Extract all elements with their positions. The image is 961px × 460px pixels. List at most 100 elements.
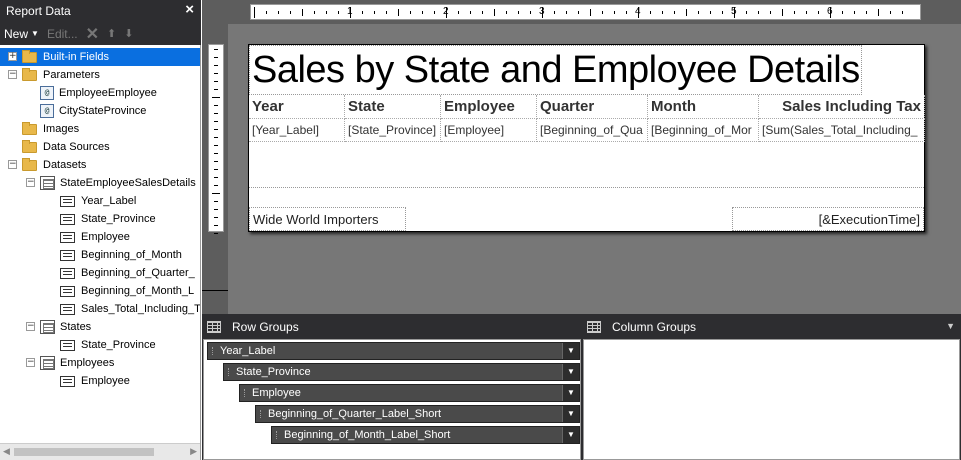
tree-item-field[interactable]: Year_Label	[60, 192, 136, 210]
collapse-icon[interactable]: −	[8, 160, 17, 169]
expand-icon[interactable]: +	[8, 52, 17, 61]
ruler-tick	[214, 129, 218, 130]
ruler-tick	[554, 11, 555, 14]
header-cell-sales[interactable]: Sales Including Tax	[759, 95, 925, 119]
ruler-tick	[518, 11, 519, 14]
field-icon	[60, 375, 75, 387]
tree-item-built-in-fields[interactable]: + Built-in Fields	[0, 48, 200, 66]
row-group-label: Year_Label	[220, 345, 276, 357]
detail-cell-quarter[interactable]: [Beginning_of_Qua	[537, 119, 648, 142]
horizontal-ruler: 1 2 3 4 5 6	[250, 4, 921, 20]
column-groups-header: Column Groups ▼	[582, 314, 961, 339]
scroll-right-icon[interactable]: ▶	[190, 446, 197, 457]
header-cell-quarter[interactable]: Quarter	[537, 95, 648, 119]
collapse-icon[interactable]: −	[26, 358, 35, 367]
report-body[interactable]: Sales by State and Employee Details Year…	[248, 44, 925, 232]
scroll-left-icon[interactable]: ◀	[3, 446, 10, 457]
ruler-tick	[566, 11, 567, 14]
report-design-surface: 1 2 3 4 5 6 Sales by State and Employee Detai…	[202, 0, 961, 314]
new-button[interactable]: New ▼	[0, 22, 43, 45]
tree-item-field[interactable]: Beginning_of_Quarter_	[60, 264, 195, 282]
ruler-tick	[214, 137, 218, 138]
tree-item-field[interactable]: Sales_Total_Including_T	[60, 300, 200, 318]
row-group-item[interactable]: Employee ▼	[239, 384, 580, 402]
header-cell-state[interactable]: State	[345, 95, 441, 119]
tree-item-field[interactable]: State_Province	[60, 336, 156, 354]
vertical-ruler	[208, 44, 224, 234]
ruler-tick	[254, 7, 255, 18]
dropdown-arrow-icon[interactable]: ▼	[562, 406, 579, 422]
ruler-tick	[214, 201, 218, 202]
tree-item-field[interactable]: Employee	[60, 228, 130, 246]
collapse-icon[interactable]: −	[8, 70, 17, 79]
ruler-tick	[266, 11, 267, 14]
tree-item-label: Beginning_of_Month	[81, 249, 182, 261]
ruler-tick	[212, 97, 220, 98]
tree-item-label: Employee	[81, 231, 130, 243]
footer-company-textbox[interactable]: Wide World Importers	[249, 207, 406, 231]
dropdown-arrow-icon[interactable]: ▼	[562, 343, 579, 359]
row-group-label: Beginning_of_Month_Label_Short	[284, 429, 451, 441]
horizontal-scrollbar[interactable]: ◀ ▶	[0, 443, 200, 460]
report-title[interactable]: Sales by State and Employee Details	[252, 49, 860, 92]
header-cell-month[interactable]: Month	[648, 95, 759, 119]
tree-item-images[interactable]: Images	[0, 120, 79, 138]
header-cell-year[interactable]: Year	[249, 95, 345, 119]
grouping-pane: Row Groups Column Groups ▼ Year_Label ▼ S…	[202, 314, 961, 460]
tree-item-field[interactable]: State_Province	[60, 210, 156, 228]
ruler-mark: 2	[443, 6, 449, 17]
ruler-tick	[214, 185, 218, 186]
ruler-tick	[214, 73, 218, 74]
row-group-item[interactable]: Year_Label ▼	[207, 342, 580, 360]
tree-item-field[interactable]: Employee	[60, 372, 130, 390]
tree-item-dataset-employees[interactable]: − Employees	[26, 354, 114, 372]
move-up-icon[interactable]: ⬆	[103, 22, 120, 45]
tree-item-dataset-state-employee[interactable]: − StateEmployeeSalesDetails	[26, 174, 196, 192]
ruler-tick	[686, 9, 687, 16]
dropdown-arrow-icon[interactable]: ▼	[562, 364, 579, 380]
scrollbar-thumb[interactable]	[14, 448, 154, 456]
dataset-icon	[40, 176, 55, 190]
tree-item-param-city[interactable]: @ CityStateProvince	[40, 102, 146, 120]
tree-item-parameters[interactable]: − Parameters	[0, 66, 100, 84]
close-icon[interactable]: ×	[185, 1, 194, 18]
ruler-mark: 4	[635, 6, 641, 17]
field-icon	[60, 339, 75, 351]
tree-item-data-sources[interactable]: Data Sources	[0, 138, 110, 156]
ruler-tick	[410, 11, 411, 14]
delete-icon[interactable]: ✕	[82, 22, 103, 45]
tree-item-field[interactable]: Beginning_of_Month	[60, 246, 182, 264]
detail-cell-state[interactable]: [State_Province]	[345, 119, 441, 142]
chevron-down-icon[interactable]: ▼	[946, 321, 955, 331]
field-icon	[60, 249, 75, 261]
tree-item-label: State_Province	[81, 339, 156, 351]
ruler-tick	[214, 225, 218, 226]
ruler-tick	[362, 11, 363, 14]
detail-cell-year[interactable]: [Year_Label]	[249, 119, 345, 142]
tree-item-label: Built-in Fields	[43, 51, 110, 63]
row-group-item[interactable]: Beginning_of_Month_Label_Short ▼	[271, 426, 580, 444]
detail-cell-employee[interactable]: [Employee]	[441, 119, 537, 142]
edit-button[interactable]: Edit...	[43, 22, 82, 45]
row-group-item[interactable]: State_Province ▼	[223, 363, 580, 381]
ruler-tick	[214, 153, 218, 154]
dropdown-arrow-icon[interactable]: ▼	[562, 427, 579, 443]
row-group-item[interactable]: Beginning_of_Quarter_Label_Short ▼	[255, 405, 580, 423]
detail-cell-sales[interactable]: [Sum(Sales_Total_Including_	[759, 119, 925, 142]
ruler-tick	[770, 11, 771, 14]
footer-execution-time-textbox[interactable]: [&ExecutionTime]	[732, 207, 924, 231]
collapse-icon[interactable]: −	[26, 178, 35, 187]
dropdown-arrow-icon[interactable]: ▼	[562, 385, 579, 401]
collapse-icon[interactable]: −	[26, 322, 35, 331]
tree-item-dataset-states[interactable]: − States	[26, 318, 91, 336]
ruler-tick	[214, 145, 218, 146]
tree-item-param-employee[interactable]: @ EmployeeEmployee	[40, 84, 157, 102]
report-data-title: Report Data	[6, 4, 71, 18]
header-cell-employee[interactable]: Employee	[441, 95, 537, 119]
detail-cell-month[interactable]: [Beginning_of_Mor	[648, 119, 759, 142]
ruler-mark: 6	[827, 6, 833, 17]
move-down-icon[interactable]: ⬇	[120, 22, 137, 45]
tree-item-datasets[interactable]: − Datasets	[0, 156, 86, 174]
ruler-tick	[482, 11, 483, 14]
tree-item-field[interactable]: Beginning_of_Month_L	[60, 282, 194, 300]
